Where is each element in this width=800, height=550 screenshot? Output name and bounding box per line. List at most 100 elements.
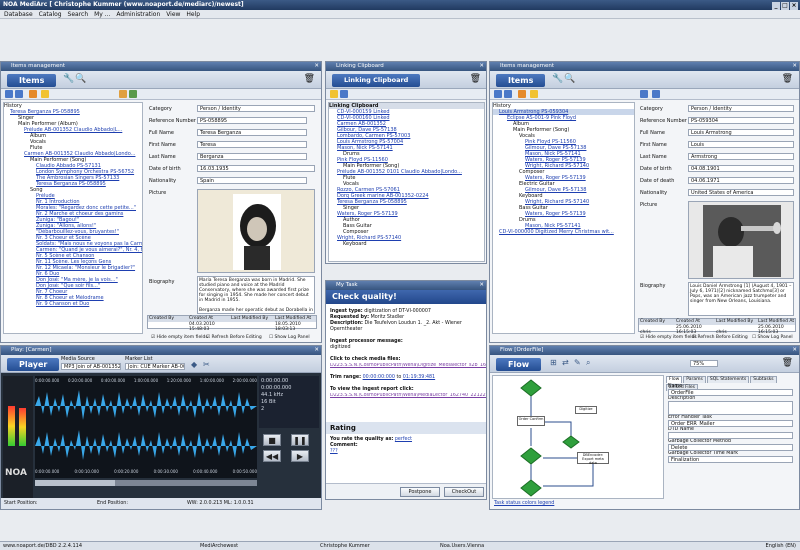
biography-field[interactable]: Louis Daniel Armstrong [1] (August 4, 19… bbox=[688, 282, 794, 316]
refresh-icon[interactable] bbox=[518, 90, 526, 98]
zoom-icon[interactable]: ⌕ bbox=[586, 358, 590, 368]
menu-help[interactable]: Help bbox=[186, 11, 200, 18]
firstname-field[interactable]: Teresa bbox=[197, 141, 307, 148]
log-panel-checkbox[interactable]: ☐ Show Log Panel bbox=[752, 335, 793, 340]
cut-icon[interactable]: ✂ bbox=[203, 360, 210, 369]
menu-search[interactable]: Search bbox=[68, 11, 89, 18]
end-position-label[interactable]: End Position: bbox=[97, 498, 128, 509]
folder-icon[interactable] bbox=[119, 90, 127, 98]
trim-end-link[interactable]: 01:19:39:481 bbox=[403, 375, 435, 380]
end-node[interactable] bbox=[520, 479, 542, 497]
tab-subtasks[interactable]: Subtasks bbox=[750, 376, 777, 383]
close-icon[interactable]: ✕ bbox=[792, 346, 797, 355]
forward-icon[interactable] bbox=[504, 90, 512, 98]
media-files-link[interactable]: D223.S.S.N.\CosmoPublicPath\Wena\Digitiz… bbox=[330, 363, 486, 369]
close-icon[interactable]: ✕ bbox=[314, 346, 319, 355]
dob-field[interactable]: 16.03.1935 bbox=[197, 165, 315, 172]
fullname-field[interactable]: Louis Armstrong bbox=[688, 129, 794, 136]
flow-node-digitize[interactable]: Digitize bbox=[575, 406, 597, 414]
gc-method-select[interactable]: Delete bbox=[668, 444, 793, 451]
start-node[interactable] bbox=[520, 379, 542, 397]
tab-sql[interactable]: SQL Statements bbox=[706, 376, 750, 383]
close-icon[interactable]: ✕ bbox=[314, 62, 319, 71]
favorite-icon[interactable] bbox=[530, 90, 538, 98]
hide-empty-checkbox[interactable]: ☑ Hide empty item fields bbox=[640, 335, 697, 340]
bin-icon[interactable]: 🗑 bbox=[782, 358, 793, 368]
category-select[interactable]: Person / Identity bbox=[197, 105, 315, 112]
wrench-icon[interactable]: 🔧 bbox=[552, 74, 563, 84]
refresh-checkbox[interactable]: ☑ Refresh Before Editing bbox=[692, 335, 748, 340]
media-source-select[interactable]: MP3 Join of AB-001352 bbox=[61, 363, 121, 370]
close-icon[interactable]: ✕ bbox=[479, 62, 484, 71]
search-icon[interactable]: 🔍 bbox=[75, 74, 86, 84]
refresh-icon[interactable] bbox=[29, 90, 37, 98]
menu-administration[interactable]: Administration bbox=[116, 11, 160, 18]
status-language[interactable]: English (EN) bbox=[766, 542, 796, 550]
marker-icon[interactable]: ◆ bbox=[191, 360, 197, 369]
minimize-button[interactable]: _ bbox=[772, 2, 780, 10]
bin-icon[interactable]: 🗑 bbox=[782, 74, 793, 84]
menu-my[interactable]: My ... bbox=[94, 11, 110, 18]
tab-flow[interactable]: Flow bbox=[666, 376, 683, 383]
pause-button[interactable]: ❚❚ bbox=[291, 434, 309, 446]
trim-start-link[interactable]: 00:00:00:000 bbox=[363, 375, 395, 380]
bin-icon[interactable]: 🗑 bbox=[470, 74, 481, 84]
gc-time-mark-select[interactable]: Finalization bbox=[668, 456, 793, 463]
flow-node-export[interactable]: DBEncoder: Export meta data bbox=[577, 452, 609, 465]
maximize-button[interactable]: □ bbox=[781, 2, 789, 10]
biography-field[interactable]: María Teresa Berganza was born in Madrid… bbox=[197, 276, 315, 314]
flow-node-order-confirm[interactable]: Order Confirm bbox=[517, 416, 545, 426]
dob-field[interactable]: 04.08.1901 bbox=[688, 165, 794, 172]
refresh-checkbox[interactable]: ☑ Refresh Before Editing bbox=[206, 335, 262, 340]
link-icon[interactable] bbox=[330, 90, 338, 98]
name-field[interactable]: OrderFile bbox=[668, 389, 793, 396]
zoom-select[interactable]: 75% bbox=[690, 360, 718, 367]
scroll-bar[interactable] bbox=[35, 480, 257, 486]
close-button[interactable]: × bbox=[790, 2, 798, 10]
status-legend-link[interactable]: Task status colors legend bbox=[494, 501, 554, 506]
bin-icon[interactable]: 🗑 bbox=[304, 74, 315, 84]
close-icon[interactable]: ✕ bbox=[479, 281, 484, 290]
decision-node[interactable] bbox=[520, 447, 542, 465]
add-icon[interactable] bbox=[640, 90, 648, 98]
tree-node[interactable]: Prélude AB-001352 Claudio Abbado|L... bbox=[4, 127, 142, 133]
description-field[interactable] bbox=[668, 401, 793, 415]
forward-icon[interactable] bbox=[15, 90, 23, 98]
tree-node[interactable]: Nr. 9 Chanson et Duo bbox=[4, 301, 142, 307]
nationality-field[interactable]: Spain bbox=[197, 177, 307, 184]
rating-value-link[interactable]: perfect bbox=[395, 437, 412, 442]
menu-catalog[interactable]: Catalog bbox=[39, 11, 62, 18]
back-icon[interactable] bbox=[494, 90, 502, 98]
fullname-field[interactable]: Teresa Berganza bbox=[197, 129, 307, 136]
add-node-icon[interactable]: ⊞ bbox=[550, 358, 557, 367]
start-position-label[interactable]: Start Position: bbox=[4, 498, 38, 509]
tree-node[interactable]: CD-VI-000000 Digitized Merry Christmas w… bbox=[493, 229, 634, 235]
error-handler-select[interactable]: Order ERR_Mailer bbox=[668, 420, 793, 427]
hide-empty-checkbox[interactable]: ☑ Hide empty item fields bbox=[151, 335, 208, 340]
search-icon[interactable]: 🔍 bbox=[564, 74, 575, 84]
stop-button[interactable]: ■ bbox=[263, 434, 281, 446]
rewind-button[interactable]: ◀◀ bbox=[263, 450, 281, 462]
wrench-icon[interactable]: 🔧 bbox=[63, 74, 74, 84]
lastname-field[interactable]: Berganza bbox=[197, 153, 307, 160]
firstname-field[interactable]: Louis bbox=[688, 141, 794, 148]
tab-params[interactable]: Params bbox=[683, 376, 706, 383]
menu-view[interactable]: View bbox=[166, 11, 180, 18]
unlink-icon[interactable] bbox=[340, 90, 348, 98]
ref-field[interactable]: PS-059304 bbox=[688, 117, 794, 124]
connect-icon[interactable]: ⇄ bbox=[562, 358, 569, 367]
favorite-icon[interactable] bbox=[41, 90, 49, 98]
ref-field[interactable]: PS-058895 bbox=[197, 117, 307, 124]
back-icon[interactable] bbox=[5, 90, 13, 98]
save-icon[interactable] bbox=[129, 90, 137, 98]
waveform-area[interactable]: 0:00:00.000 0:20:00.000 0:40:00.000 1:00:00… bbox=[35, 376, 257, 478]
list-item[interactable]: Keyboard bbox=[329, 241, 484, 247]
lastname-field[interactable]: Armstrong bbox=[688, 153, 794, 160]
comment-link[interactable]: ??? bbox=[330, 449, 412, 455]
dtd-name-field[interactable] bbox=[668, 432, 793, 439]
flow-canvas[interactable]: Order Confirm Digitize DBEncoder: Export… bbox=[492, 375, 664, 499]
dod-field[interactable]: 04.06.1971 bbox=[688, 177, 794, 184]
checkout-button[interactable]: CheckOut bbox=[444, 487, 484, 497]
edit-icon[interactable] bbox=[652, 90, 660, 98]
branch-node[interactable] bbox=[562, 435, 580, 449]
